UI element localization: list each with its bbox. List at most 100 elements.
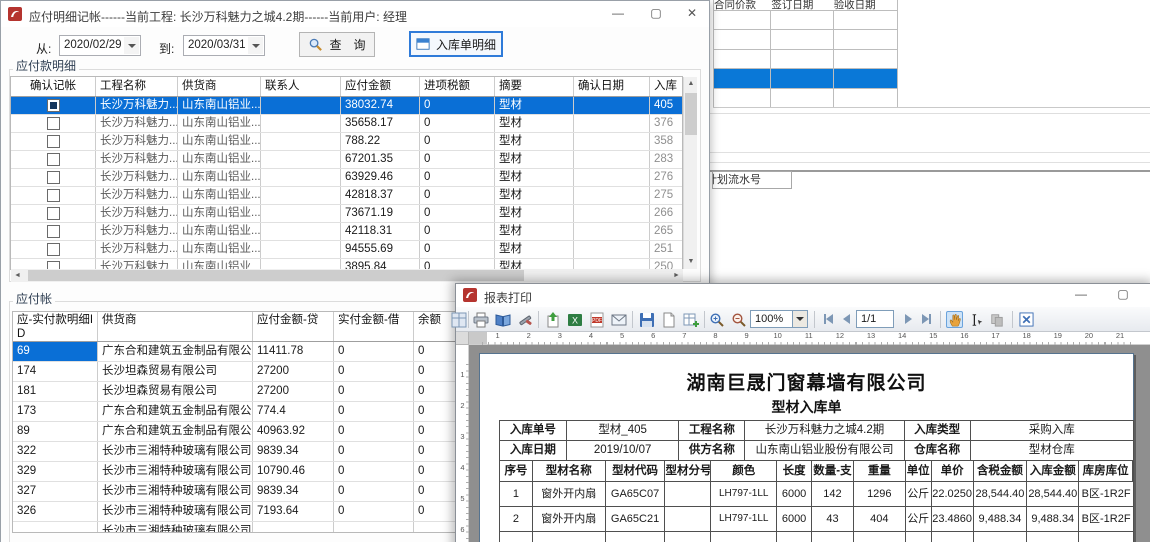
confirm-checkbox[interactable] [47,261,60,269]
credit-cell: 27200 [253,382,334,401]
confirm-checkbox[interactable] [47,117,60,130]
detail-table-row[interactable]: 长沙万科魅力... 山东南山铝业... 35658.17 0 型材 376 [11,115,682,133]
detail-table-row[interactable]: 长沙万科魅力... 山东南山铝业... 38032.74 0 型材 405 [11,97,682,115]
contract-table-row[interactable] [714,88,897,107]
scrollbar-thumb[interactable] [685,93,697,135]
supplier-cell: 长沙市三湘特种玻璃有限公司 [98,502,253,521]
confirm-checkbox[interactable] [47,153,60,166]
scroll-down-arrow[interactable]: ▼ [684,255,698,269]
column-header[interactable]: 供货商 [98,312,253,341]
scroll-up-arrow[interactable]: ▲ [684,77,698,91]
previous-page-button[interactable] [838,313,854,325]
last-page-button[interactable] [918,313,934,325]
project-cell: 长沙万科魅力... [96,97,178,114]
maximize-button[interactable]: ▢ [639,1,673,27]
title-bar[interactable]: 报表打印 — ▢ ✕ [456,284,1150,307]
page-icon[interactable] [660,311,677,328]
confirm-checkbox[interactable] [47,207,60,220]
query-button[interactable]: 查 询 [299,32,375,57]
detail-table-row[interactable]: 长沙万科魅力... 山东南山铝业... 73671.19 0 型材 266 [11,205,682,223]
contract-table-row[interactable] [714,10,897,29]
preview-book-icon[interactable] [494,311,511,328]
column-header[interactable]: 应付金额-贷 [253,312,334,341]
column-header[interactable]: 应-实付款明细ID [13,312,98,341]
confirm-checkbox[interactable] [47,135,60,148]
detail-table-row[interactable]: 长沙万科魅力 山东南山铝业 3895.84 0 型材 250 [11,259,682,269]
add-table-icon[interactable] [682,311,699,328]
maximize-button[interactable]: ▢ [1106,284,1140,307]
zoom-out-icon[interactable] [730,311,747,328]
column-header: 含税金额 [974,461,1028,482]
hand-pan-tool[interactable] [946,311,963,328]
title-bar[interactable]: 应付明细记帐------当前工程: 长沙万科魅力之城4.2期------当前用户… [1,1,709,27]
minimize-button[interactable]: — [1064,284,1098,307]
contract-table-row[interactable] [714,68,897,87]
confirm-checkbox[interactable] [47,171,60,184]
design-grid-icon[interactable] [450,311,467,328]
next-page-button[interactable] [900,313,916,325]
contract-table-row[interactable] [714,49,897,68]
close-preview-icon[interactable] [1018,311,1035,328]
inbound-no-cell: 266 [650,205,682,222]
scroll-left-arrow[interactable]: ◄ [11,269,24,282]
chevron-down-icon[interactable] [248,37,263,54]
vertical-ruler: 1 2 3 4 5 6 [456,345,469,542]
first-page-button[interactable] [820,313,836,325]
minimize-button[interactable]: — [601,1,635,27]
column-header[interactable]: 进项税额 [420,77,495,96]
ruler-number: 2 [513,332,544,345]
column-header[interactable]: 供货商 [178,77,261,96]
detail-table-row[interactable]: 长沙万科魅力... 山东南山铝业... 94555.69 0 型材 251 [11,241,682,259]
close-button[interactable]: ✕ [1140,284,1150,307]
column-header[interactable]: 入库 [650,77,682,96]
svg-text:PDF: PDF [592,318,602,324]
excel-export-icon[interactable]: X [566,311,583,328]
horizontal-scrollbar[interactable]: ◄ ► [11,269,683,282]
column-header[interactable]: 应付金额 [341,77,420,96]
confirm-cell [11,259,96,269]
item-cell: 公斤 [906,482,932,507]
zoom-level-dropdown[interactable]: 100% [750,310,808,328]
scroll-right-arrow[interactable]: ► [670,269,683,282]
to-date-dropdown[interactable]: 2020/03/31 [183,35,265,56]
detail-table-row[interactable]: 长沙万科魅力... 山东南山铝业... 67201.35 0 型材 283 [11,151,682,169]
confirm-checkbox[interactable] [47,243,60,256]
text-select-tool[interactable] [968,311,985,328]
settings-tools-icon[interactable] [516,311,533,328]
zoom-in-icon[interactable] [708,311,725,328]
column-header[interactable]: 确认日期 [574,77,650,96]
column-header[interactable]: 工程名称 [96,77,178,96]
detail-table-row[interactable]: 长沙万科魅力... 山东南山铝业... 42818.37 0 型材 275 [11,187,682,205]
ruler-number: 16 [949,332,980,345]
print-preview-area[interactable]: 1 2 3 4 5 6 湖南巨晟门窗幕墙有限公司 型材入库单 [456,345,1150,542]
column-header[interactable]: 实付金额-借 [334,312,414,341]
column-header[interactable]: 联系人 [261,77,341,96]
vertical-scrollbar[interactable]: ▲ ▼ [683,77,697,269]
from-date-dropdown[interactable]: 2020/02/29 [59,35,141,56]
close-button[interactable]: ✕ [675,1,709,27]
inbound-detail-button[interactable]: 入库单明细 [409,31,503,57]
column-header[interactable]: 摘要 [495,77,574,96]
contract-table-row[interactable] [714,29,897,48]
column-header: 型材名称 [533,461,606,482]
detail-table-row[interactable]: 长沙万科魅力... 山东南山铝业... 42118.31 0 型材 265 [11,223,682,241]
confirm-checkbox[interactable] [47,189,60,202]
ruler-number: 17 [980,332,1011,345]
confirm-checkbox[interactable] [47,99,60,112]
report-print-window: 报表打印 — ▢ ✕ X PDF [455,283,1150,542]
scrollbar-thumb[interactable] [28,270,524,281]
save-icon[interactable] [638,311,655,328]
ruler-number: 14 [887,332,918,345]
pdf-export-icon[interactable]: PDF [588,311,605,328]
email-icon[interactable] [610,311,627,328]
confirm-checkbox[interactable] [47,225,60,238]
column-header[interactable]: 确认记帐 [11,77,96,96]
print-icon[interactable] [472,311,489,328]
detail-table-row[interactable]: 长沙万科魅力... 山东南山铝业... 63929.46 0 型材 276 [11,169,682,187]
copy-pages-icon[interactable] [988,311,1005,328]
chevron-down-icon[interactable] [792,311,807,327]
page-number-input[interactable]: 1/1 [856,310,894,328]
detail-table-row[interactable]: 长沙万科魅力... 山东南山铝业... 788.22 0 型材 358 [11,133,682,151]
chevron-down-icon[interactable] [124,37,139,54]
export-icon[interactable] [544,311,561,328]
